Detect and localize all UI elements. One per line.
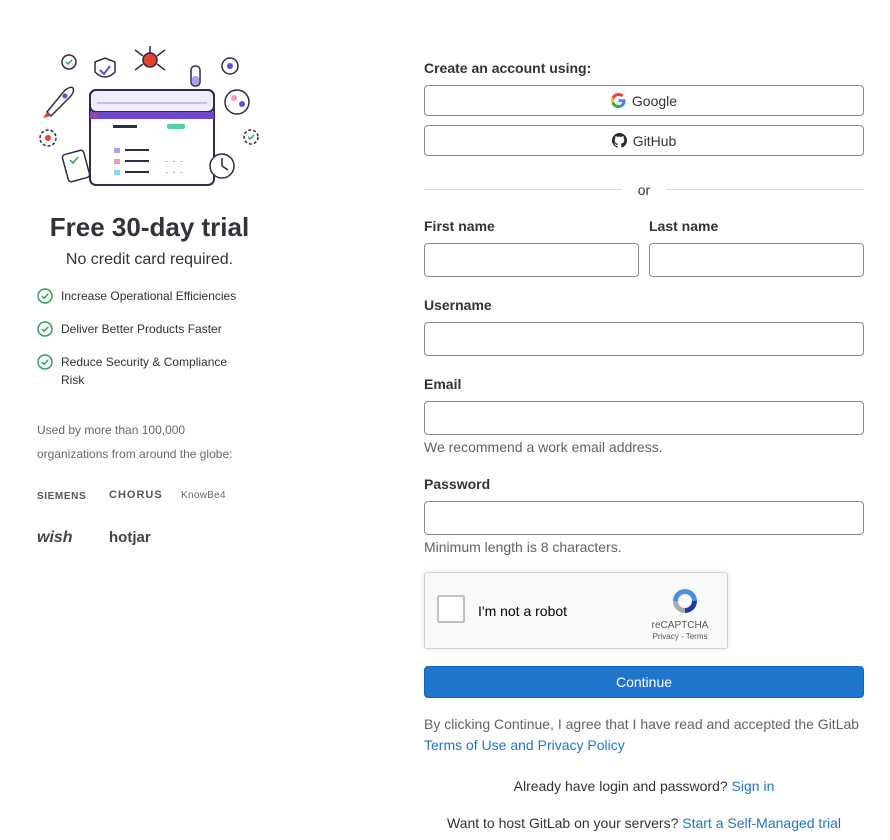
first-name-input[interactable] [424,243,639,277]
wish-logo: wish [37,529,73,546]
google-button-label: Google [631,92,678,109]
create-account-label: Create an account using: [424,60,592,76]
hotjar-logo: hotjar [109,529,151,546]
continue-button[interactable]: Continue [424,666,864,698]
recaptcha-checkbox[interactable] [437,595,465,623]
self-managed-link[interactable]: Start a Self-Managed trial [682,815,841,831]
svg-text:- - -: - - - [165,158,183,165]
password-hint: Minimum length is 8 characters. [424,539,622,555]
or-divider: or [424,180,864,200]
terms-link[interactable]: Terms of Use and Privacy Policy [424,737,625,753]
benefit-label: Reduce Security & Compliance Risk [61,355,228,387]
check-circle-icon [37,354,53,370]
benefit-label: Increase Operational Efficiencies [61,289,237,303]
benefit-item: Reduce Security & Compliance Risk [37,354,267,389]
used-by-text: Used by more than 100,000 organizations … [37,423,233,461]
password-label: Password [424,476,491,492]
or-label: or [637,182,651,198]
first-name-label: First name [424,218,495,234]
trial-title: Free 30-day trial [49,212,250,242]
benefit-label: Deliver Better Products Faster [61,322,222,336]
recaptcha-logo-icon [673,589,697,613]
chorus-logo: CHORUS [109,489,163,501]
self-managed-text: Want to host GitLab on your servers? [446,815,683,831]
self-managed-prompt: Want to host GitLab on your servers? Sta… [424,815,864,831]
username-input[interactable] [424,322,864,356]
last-name-label: Last name [649,218,719,234]
recaptcha-label: I'm not a robot [478,603,568,619]
recaptcha-brand: reCAPTCHA [651,620,709,631]
github-icon [611,133,627,148]
google-icon [610,93,626,108]
google-signup-button[interactable]: Google [424,85,864,116]
benefit-item: Deliver Better Products Faster [37,321,267,338]
terms-prefix: By clicking Continue, I agree that I hav… [424,716,860,732]
username-label: Username [424,297,492,313]
check-circle-icon [37,321,53,337]
benefit-item: Increase Operational Efficiencies [37,288,267,305]
recaptcha-links[interactable]: Privacy - Terms [645,632,715,641]
email-input[interactable] [424,401,864,435]
signin-link[interactable]: Sign in [732,778,775,794]
signin-text: Already have login and password? [513,778,732,794]
siemens-logo: SIEMENS [37,491,87,502]
svg-text:- - -: - - - [165,169,183,176]
password-input[interactable] [424,501,864,535]
divider-line-right [666,189,864,190]
knowbe4-logo: KnowBe4 [181,490,226,501]
recaptcha-widget: I'm not a robot reCAPTCHA Privacy - Term… [424,572,728,649]
benefits-list: Increase Operational Efficiencies Delive… [37,288,267,405]
github-button-label: GitHub [632,132,677,149]
github-signup-button[interactable]: GitHub [424,125,864,156]
email-hint: We recommend a work email address. [424,439,663,455]
email-label: Email [424,376,462,392]
devops-illustration: - - - - - - [39,46,259,186]
signin-prompt: Already have login and password? Sign in [424,778,864,794]
last-name-input[interactable] [649,243,864,277]
check-circle-icon [37,288,53,304]
terms-text: By clicking Continue, I agree that I hav… [424,714,864,756]
trial-subtitle: No credit card required. [65,251,234,268]
